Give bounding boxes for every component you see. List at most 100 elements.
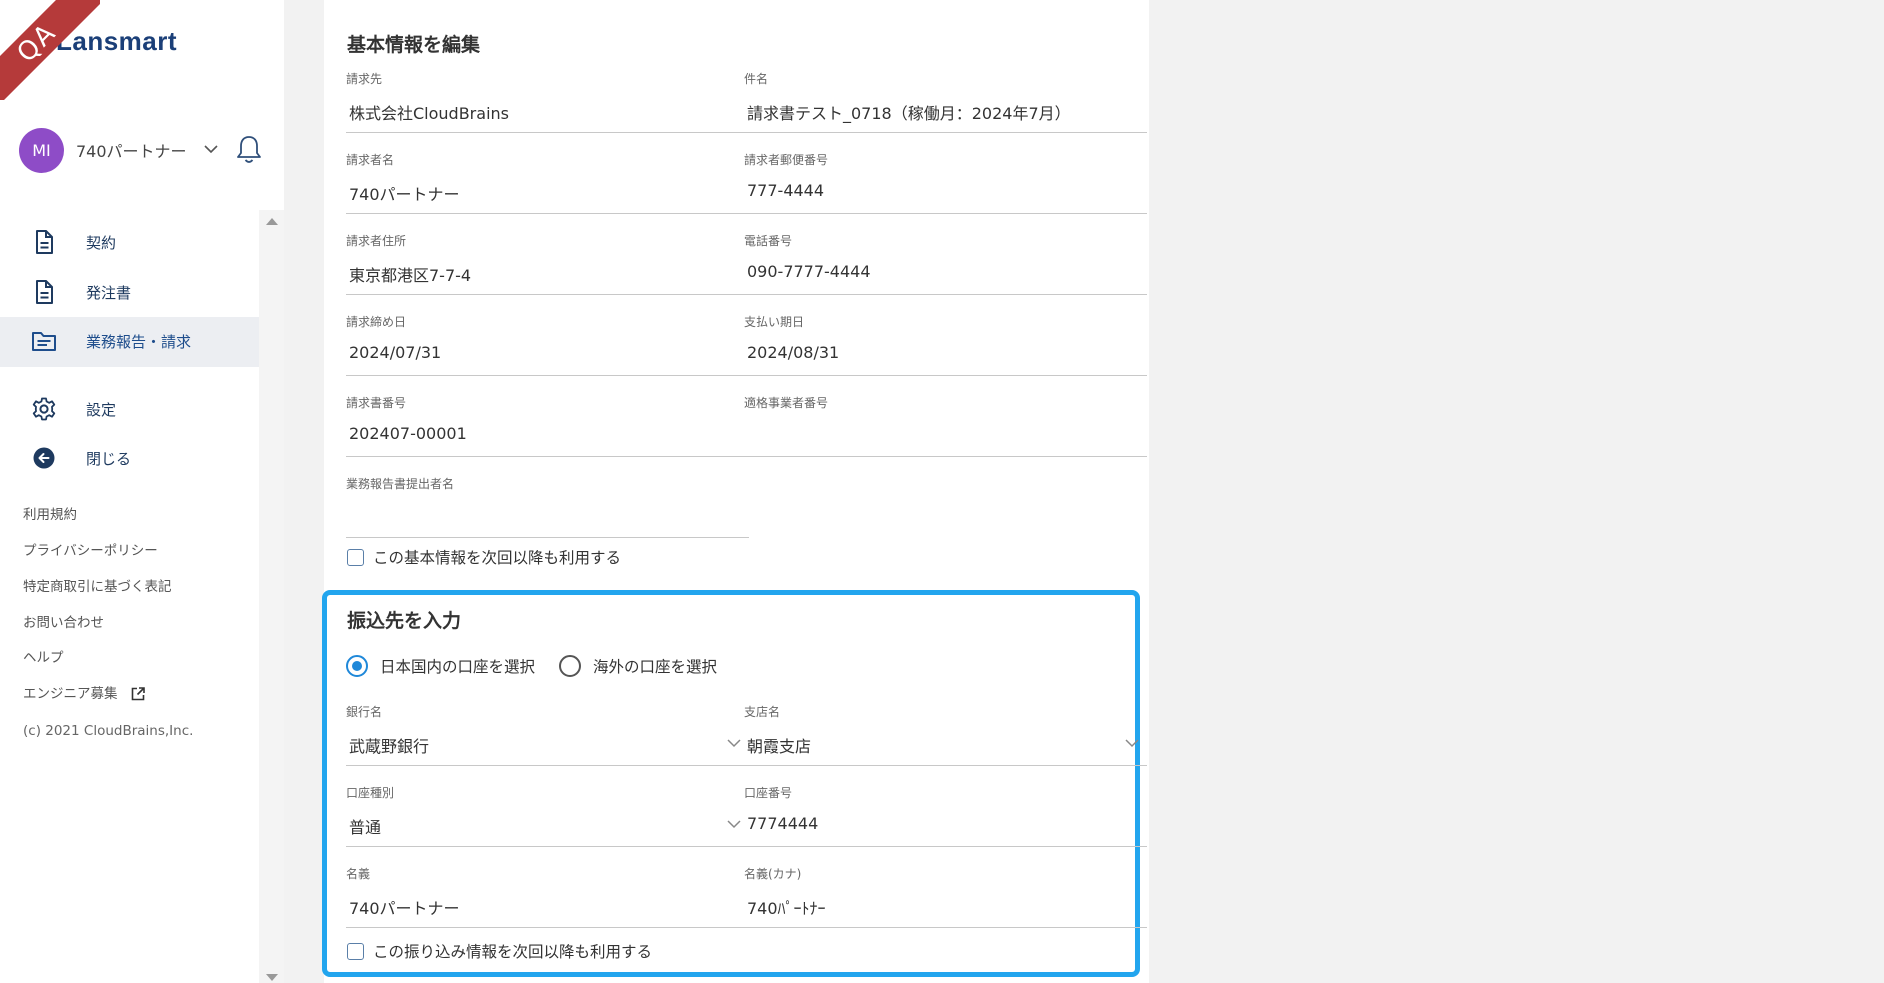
nav-menu: 契約 発注書 業務報告・請求 設定 閉じる 利用規約 プライバシーポリシー 特定… bbox=[0, 210, 259, 983]
field-value[interactable]: 朝霞支店 bbox=[744, 721, 1147, 766]
account-number-field[interactable]: 口座番号 7774444 bbox=[744, 784, 1147, 847]
holder-kana-field[interactable]: 名義(カナ) 740ﾊﾟｰﾄﾅｰ bbox=[744, 865, 1147, 928]
sidebar: QA Lansmart MI 740パートナー 契約 発注書 業務報告・請求 設… bbox=[0, 0, 284, 983]
checkbox-label: この基本情報を次回以降も利用する bbox=[373, 549, 622, 567]
report-submitter-field[interactable]: 業務報告書提出者名 bbox=[346, 475, 749, 538]
field-value[interactable]: 740パートナー bbox=[346, 883, 749, 928]
subject-field[interactable]: 件名 請求書テスト_0718（稼働月：2024年7月） bbox=[744, 70, 1147, 133]
sidebar-item-contracts[interactable]: 契約 bbox=[0, 218, 259, 266]
closing-date-field[interactable]: 請求締め日 2024/07/31 bbox=[346, 313, 749, 376]
field-value[interactable]: 株式会社CloudBrains bbox=[346, 88, 749, 133]
field-label: 支払い期日 bbox=[744, 315, 805, 329]
field-label: 電話番号 bbox=[744, 234, 793, 248]
chevron-down-icon[interactable] bbox=[201, 139, 221, 159]
field-value[interactable]: 740ﾊﾟｰﾄﾅｰ bbox=[744, 883, 1147, 928]
copyright: (c) 2021 CloudBrains,Inc. bbox=[23, 723, 194, 739]
field-value[interactable]: 740パートナー bbox=[346, 169, 749, 214]
gear-icon bbox=[32, 397, 56, 421]
transfer-title: 振込先を入力 bbox=[347, 610, 462, 632]
field-value[interactable]: 請求書テスト_0718（稼働月：2024年7月） bbox=[744, 88, 1147, 133]
sidebar-item-purchase-orders[interactable]: 発注書 bbox=[0, 268, 259, 316]
payment-due-field[interactable]: 支払い期日 2024/08/31 bbox=[744, 313, 1147, 376]
sidebar-item-label: 発注書 bbox=[86, 284, 132, 302]
field-label: 名義(カナ) bbox=[744, 867, 802, 881]
basic-info-title: 基本情報を編集 bbox=[347, 34, 481, 56]
field-label: 件名 bbox=[744, 72, 769, 86]
user-menu[interactable]: MI 740パートナー bbox=[19, 127, 269, 173]
contact-link[interactable]: お問い合わせ bbox=[23, 611, 104, 631]
reuse-basic-info-row[interactable]: この基本情報を次回以降も利用する bbox=[347, 546, 621, 568]
sidebar-item-settings[interactable]: 設定 bbox=[0, 385, 259, 433]
field-value[interactable]: 777-4444 bbox=[744, 169, 1147, 214]
postal-code-field[interactable]: 請求者郵便番号 777-4444 bbox=[744, 151, 1147, 214]
reuse-basic-info-checkbox[interactable] bbox=[347, 548, 364, 566]
terms-link[interactable]: 利用規約 bbox=[23, 503, 77, 523]
field-value[interactable]: 202407-00001 bbox=[346, 412, 749, 457]
field-label: 請求者名 bbox=[346, 153, 395, 167]
scroll-up-icon[interactable] bbox=[266, 218, 278, 225]
bell-icon[interactable] bbox=[235, 134, 263, 166]
env-ribbon: QA bbox=[0, 0, 100, 100]
field-value[interactable]: 普通 bbox=[346, 802, 749, 847]
field-value[interactable]: 090-7777-4444 bbox=[744, 250, 1147, 295]
sidebar-item-label: 契約 bbox=[86, 234, 117, 252]
field-label: 請求締め日 bbox=[346, 315, 407, 329]
sidebar-item-reports-billing[interactable]: 業務報告・請求 bbox=[0, 317, 259, 367]
field-label: 口座種別 bbox=[346, 786, 395, 800]
sidebar-item-label: 閉じる bbox=[86, 450, 132, 468]
field-label: 適格事業者番号 bbox=[744, 396, 829, 410]
field-value[interactable] bbox=[744, 412, 1147, 457]
billing-to-field[interactable]: 請求先 株式会社CloudBrains bbox=[346, 70, 749, 133]
field-label: 名義 bbox=[346, 867, 371, 881]
holder-name-field[interactable]: 名義 740パートナー bbox=[346, 865, 749, 928]
overseas-account-radio[interactable] bbox=[559, 655, 582, 677]
document-icon bbox=[36, 280, 53, 304]
nav-scrollbar[interactable] bbox=[259, 210, 284, 983]
field-value[interactable]: 7774444 bbox=[744, 802, 1147, 847]
sidebar-item-close[interactable]: 閉じる bbox=[0, 434, 259, 482]
chevron-down-icon[interactable] bbox=[727, 819, 741, 829]
field-label: 支店名 bbox=[744, 705, 781, 719]
radio-label: 日本国内の口座を選択 bbox=[380, 658, 536, 676]
scroll-down-icon[interactable] bbox=[266, 974, 278, 981]
commerce-law-link[interactable]: 特定商取引に基づく表記 bbox=[23, 575, 172, 595]
field-label: 口座番号 bbox=[744, 786, 793, 800]
sidebar-item-label: 業務報告・請求 bbox=[86, 333, 192, 351]
field-value[interactable]: 武蔵野銀行 bbox=[346, 721, 749, 766]
field-label: 請求者住所 bbox=[346, 234, 407, 248]
address-field[interactable]: 請求者住所 東京都港区7-7-4 bbox=[346, 232, 749, 295]
chevron-down-icon[interactable] bbox=[727, 738, 741, 748]
qualified-number-field[interactable]: 適格事業者番号 bbox=[744, 394, 1147, 457]
privacy-link[interactable]: プライバシーポリシー bbox=[23, 539, 158, 559]
field-label: 銀行名 bbox=[346, 705, 383, 719]
env-badge: QA bbox=[0, 0, 100, 100]
field-value[interactable]: 2024/08/31 bbox=[744, 331, 1147, 376]
field-label: 請求先 bbox=[346, 72, 383, 86]
field-value[interactable]: 2024/07/31 bbox=[346, 331, 749, 376]
field-label: 請求者郵便番号 bbox=[744, 153, 829, 167]
document-icon bbox=[36, 230, 53, 254]
bank-select[interactable]: 銀行名 武蔵野銀行 bbox=[346, 703, 749, 766]
external-link-icon bbox=[131, 687, 145, 701]
avatar: MI bbox=[19, 127, 64, 173]
branch-select[interactable]: 支店名 朝霞支店 bbox=[744, 703, 1147, 766]
user-name: 740パートナー bbox=[76, 142, 187, 161]
checkbox-label: この振り込み情報を次回以降も利用する bbox=[373, 943, 653, 961]
phone-field[interactable]: 電話番号 090-7777-4444 bbox=[744, 232, 1147, 295]
field-label: 請求書番号 bbox=[346, 396, 407, 410]
careers-link-label: エンジニア募集 bbox=[23, 686, 118, 702]
domestic-account-radio[interactable] bbox=[346, 655, 368, 677]
reuse-transfer-row[interactable]: この振り込み情報を次回以降も利用する bbox=[347, 940, 652, 962]
sidebar-item-label: 設定 bbox=[86, 401, 117, 419]
chevron-down-icon[interactable] bbox=[1125, 738, 1139, 748]
field-value[interactable]: 東京都港区7-7-4 bbox=[346, 250, 749, 295]
careers-link[interactable]: エンジニア募集 bbox=[23, 682, 146, 702]
field-value[interactable] bbox=[346, 493, 749, 538]
account-type-select[interactable]: 口座種別 普通 bbox=[346, 784, 749, 847]
back-arrow-icon bbox=[33, 447, 55, 469]
help-link[interactable]: ヘルプ bbox=[23, 646, 64, 666]
requester-name-field[interactable]: 請求者名 740パートナー bbox=[346, 151, 749, 214]
radio-label: 海外の口座を選択 bbox=[593, 658, 718, 676]
reuse-transfer-checkbox[interactable] bbox=[347, 942, 364, 960]
invoice-number-field[interactable]: 請求書番号 202407-00001 bbox=[346, 394, 749, 457]
